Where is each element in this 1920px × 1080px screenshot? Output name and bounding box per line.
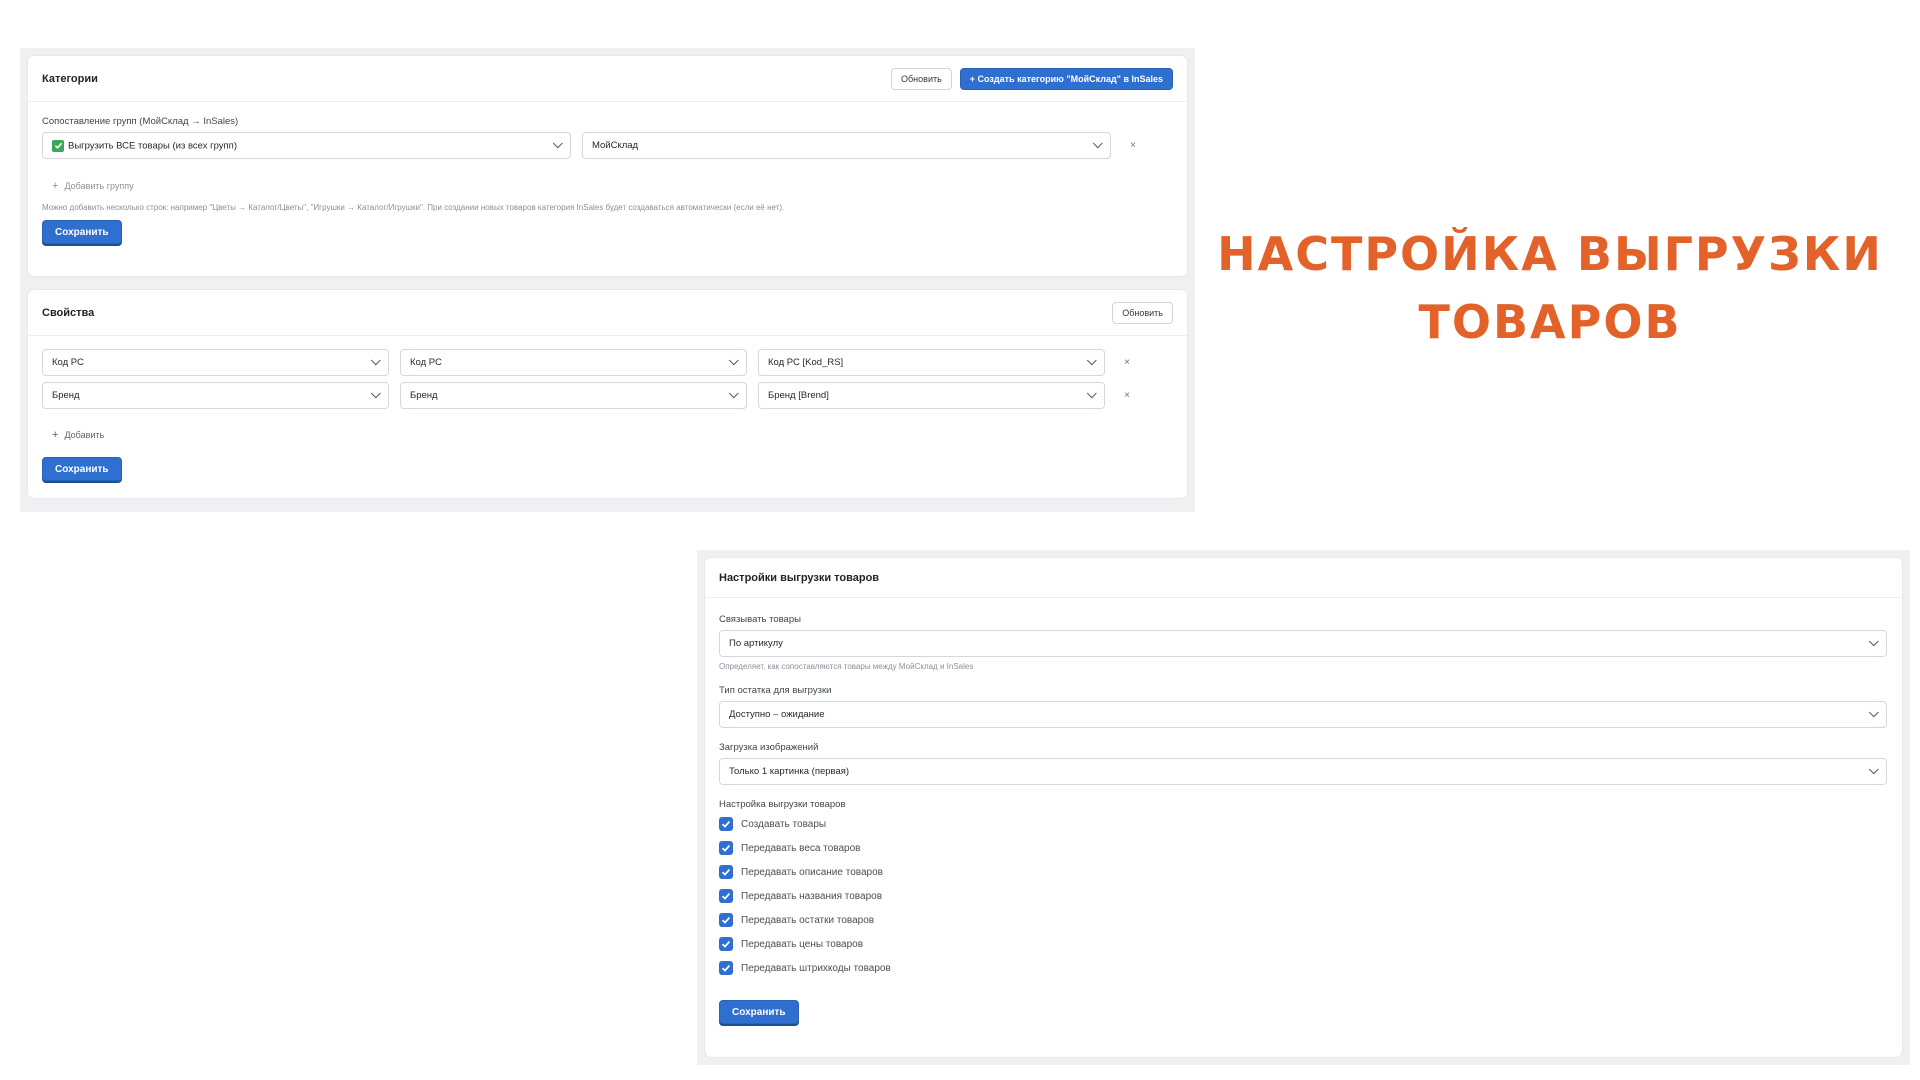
property-source-select[interactable]: Бренд: [42, 382, 389, 409]
checkbox[interactable]: [719, 817, 733, 831]
add-property-link[interactable]: + Добавить: [42, 429, 104, 441]
group-mapping-label: Сопоставление групп (МойСклад → InSales): [42, 116, 239, 127]
plus-icon: +: [52, 429, 59, 441]
properties-refresh-button[interactable]: Обновить: [1112, 301, 1173, 324]
image-upload-select[interactable]: Только 1 картинка (первая): [719, 758, 1887, 785]
create-category-button[interactable]: + Создать категорию "МойСклад" в InSales: [959, 67, 1173, 90]
properties-save-button[interactable]: Сохранить: [42, 457, 122, 481]
export-settings-panel: Настройки выгрузки товаров Связывать тов…: [697, 550, 1910, 1065]
checkbox[interactable]: [719, 889, 733, 903]
stock-type-value: Доступно – ожидание: [729, 709, 825, 720]
property-mapping-select[interactable]: Код РС: [400, 349, 747, 376]
property-source-select[interactable]: Код РС: [42, 349, 389, 376]
option-send-descriptions: Передавать описание товаров: [719, 860, 1888, 884]
option-send-barcodes: Передавать штрихкоды товаров: [719, 956, 1888, 980]
source-group-select[interactable]: Выгрузить ВСЕ товары (из всех групп): [42, 132, 571, 159]
properties-header: Свойства Обновить: [28, 290, 1187, 336]
chevron-down-icon: [370, 388, 381, 399]
chevron-down-icon: [370, 355, 381, 366]
source-group-value: Выгрузить ВСЕ товары (из всех групп): [68, 140, 237, 152]
check-icon: [721, 916, 731, 924]
property-target-select[interactable]: Код РС [Kod_RS]: [758, 349, 1105, 376]
chevron-down-icon: [1868, 764, 1879, 775]
checkbox[interactable]: [719, 913, 733, 927]
property-target-select[interactable]: Бренд [Brend]: [758, 382, 1105, 409]
chevron-down-icon: [1086, 388, 1097, 399]
chevron-down-icon: [1868, 636, 1879, 647]
stock-type-label: Тип остатка для выгрузки: [719, 685, 832, 696]
link-products-value: По артикулу: [729, 638, 783, 649]
categories-refresh-button[interactable]: Обновить: [891, 67, 952, 90]
plus-icon: +: [52, 180, 59, 192]
properties-title: Свойства: [42, 306, 95, 319]
top-settings-panel: Категории Обновить + Создать категорию "…: [20, 48, 1195, 512]
stock-type-select[interactable]: Доступно – ожидание: [719, 701, 1887, 728]
headline-line-1: НАСТРОЙКА ВЫГРУЗКИ: [1217, 227, 1883, 281]
categories-card: Категории Обновить + Создать категорию "…: [28, 56, 1187, 276]
property-row: Бренд Бренд Бренд [Brend] ×: [42, 382, 1173, 409]
chevron-down-icon: [728, 355, 739, 366]
checkbox[interactable]: [719, 841, 733, 855]
add-group-link[interactable]: + Добавить группу: [42, 180, 134, 192]
export-options-list: Создавать товары Передавать веса товаров…: [719, 812, 1888, 980]
target-category-select[interactable]: МойСклад: [582, 132, 1111, 159]
chevron-down-icon: [552, 138, 563, 149]
image-upload-label: Загрузка изображений: [719, 742, 819, 753]
remove-row-icon[interactable]: ×: [1116, 390, 1138, 401]
property-row: Код РС Код РС Код РС [Kod_RS] ×: [42, 349, 1173, 376]
check-icon: [721, 892, 731, 900]
export-settings-save-button[interactable]: Сохранить: [719, 1000, 799, 1024]
export-options-label: Настройка выгрузки товаров: [719, 799, 846, 810]
check-mark-icon: [52, 139, 64, 152]
option-send-prices: Передавать цены товаров: [719, 932, 1888, 956]
target-category-value: МойСклад: [592, 140, 639, 151]
link-products-select[interactable]: По артикулу: [719, 630, 1887, 657]
group-mapping-hint: Можно добавить несколько строк: например…: [42, 203, 785, 212]
checkbox[interactable]: [719, 937, 733, 951]
chevron-down-icon: [1868, 707, 1879, 718]
categories-save-button[interactable]: Сохранить: [42, 220, 122, 244]
option-create-products: Создавать товары: [719, 812, 1888, 836]
categories-header: Категории Обновить + Создать категорию "…: [28, 56, 1187, 102]
chevron-down-icon: [1092, 138, 1103, 149]
remove-row-icon[interactable]: ×: [1116, 357, 1138, 368]
image-upload-value: Только 1 картинка (первая): [729, 766, 850, 777]
chevron-down-icon: [1086, 355, 1097, 366]
headline: НАСТРОЙКА ВЫГРУЗКИ ТОВАРОВ: [1205, 220, 1895, 356]
group-mapping-row: Выгрузить ВСЕ товары (из всех групп) Мой…: [42, 132, 1173, 159]
check-icon: [721, 940, 731, 948]
property-mapping-select[interactable]: Бренд: [400, 382, 747, 409]
link-products-hint: Определяет, как сопоставляются товары ме…: [719, 662, 974, 671]
checkbox[interactable]: [719, 865, 733, 879]
option-send-stock: Передавать остатки товаров: [719, 908, 1888, 932]
export-settings-header: Настройки выгрузки товаров: [705, 558, 1902, 598]
export-settings-card: Настройки выгрузки товаров Связывать тов…: [705, 558, 1902, 1057]
option-send-weights: Передавать веса товаров: [719, 836, 1888, 860]
categories-title: Категории: [42, 72, 98, 85]
export-settings-title: Настройки выгрузки товаров: [719, 571, 880, 584]
headline-line-2: ТОВАРОВ: [1418, 295, 1682, 349]
check-icon: [721, 820, 731, 828]
check-icon: [721, 844, 731, 852]
chevron-down-icon: [728, 388, 739, 399]
properties-card: Свойства Обновить Код РС Код РС Код РС […: [28, 290, 1187, 498]
check-icon: [721, 964, 731, 972]
option-send-names: Передавать названия товаров: [719, 884, 1888, 908]
remove-row-icon[interactable]: ×: [1122, 140, 1144, 151]
link-products-label: Связывать товары: [719, 614, 801, 625]
check-icon: [721, 868, 731, 876]
checkbox[interactable]: [719, 961, 733, 975]
